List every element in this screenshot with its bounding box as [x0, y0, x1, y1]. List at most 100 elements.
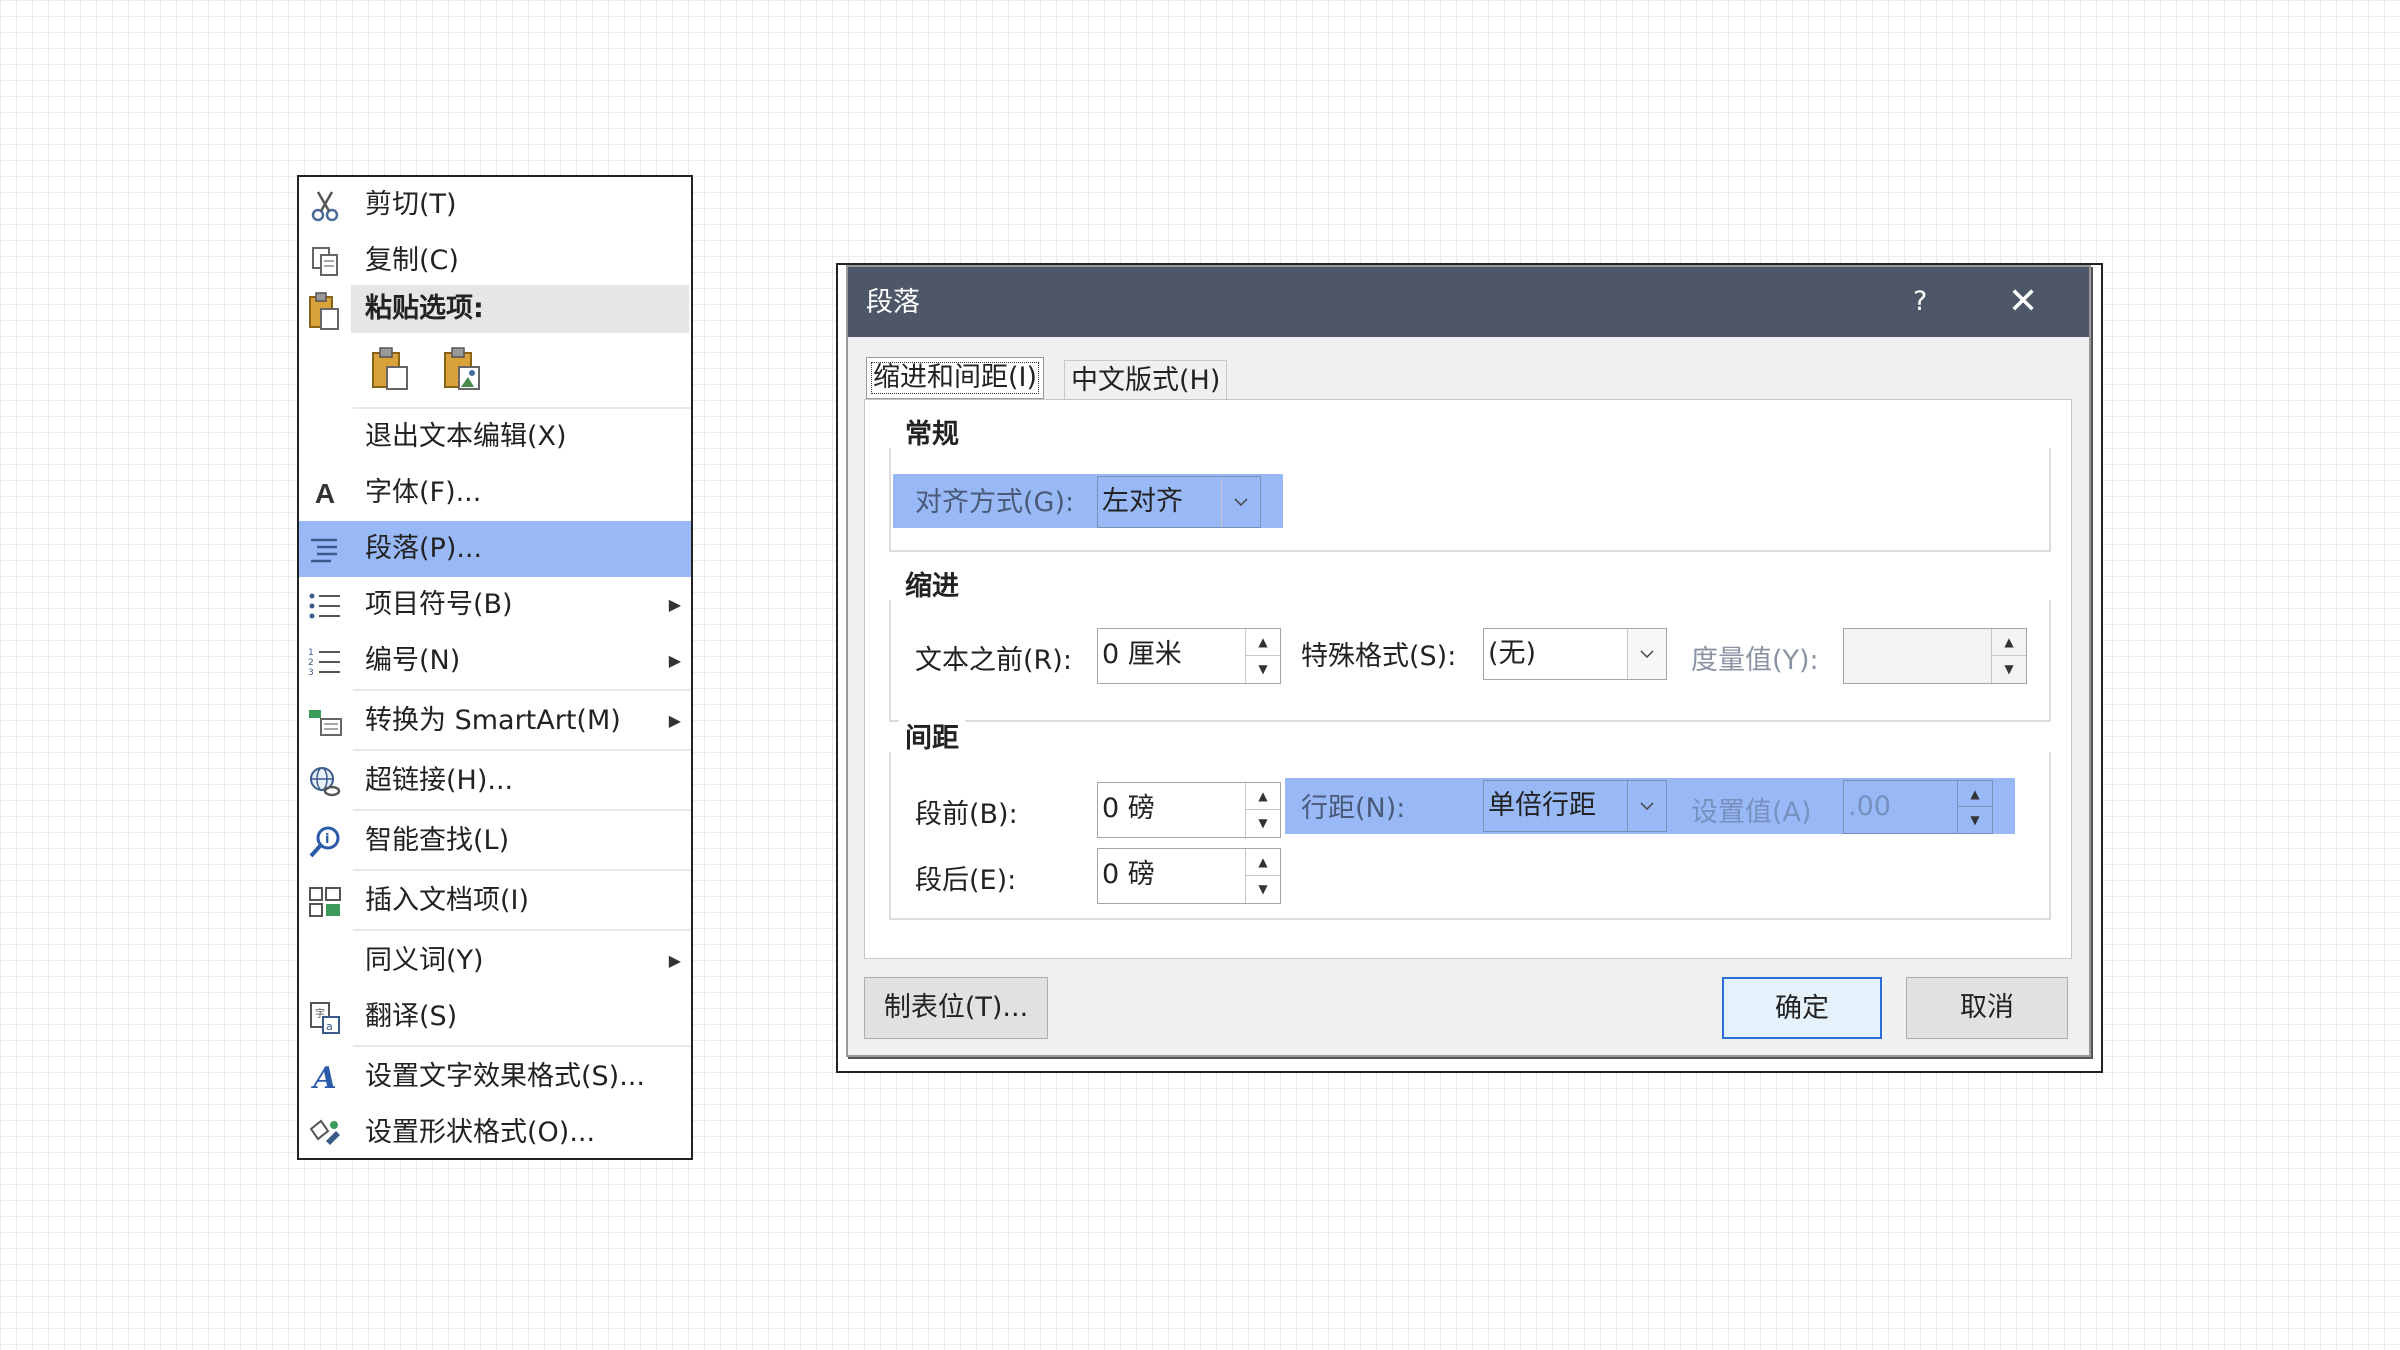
menu-item-label: 剪切(T) — [365, 189, 457, 220]
by-spinner[interactable]: ▲ ▼ — [1843, 628, 2027, 684]
menu-item-format-shape[interactable]: 设置形状格式(O)... — [299, 1105, 691, 1161]
menu-item-paragraph[interactable]: 段落(P)... — [299, 521, 691, 577]
before-text-spinner[interactable]: 0 厘米 ▲ ▼ — [1097, 628, 1281, 684]
menu-item-translate[interactable]: 字a 翻译(S) — [299, 989, 691, 1045]
tab-panel: 常规 对齐方式(G): 左对齐 缩进 文本之前(R): 0 厘米 ▲ ▼ 特殊格式… — [864, 399, 2072, 959]
paste-picture-icon[interactable] — [441, 345, 485, 393]
menu-item-label: 转换为 SmartArt(M) — [365, 705, 621, 736]
document-item-icon — [307, 885, 343, 919]
menu-item-label: 退出文本编辑(X) — [365, 421, 567, 452]
before-text-label: 文本之前(R): — [915, 645, 1072, 676]
menu-item-convert-smartart[interactable]: 转换为 SmartArt(M) ▶ — [299, 693, 691, 749]
submenu-arrow-icon: ▶ — [668, 711, 681, 730]
menu-item-font[interactable]: A 字体(F)... — [299, 465, 691, 521]
chevron-down-icon[interactable] — [1627, 781, 1666, 831]
alignment-combo[interactable]: 左对齐 — [1097, 476, 1261, 528]
svg-text:1: 1 — [308, 648, 314, 658]
menu-item-hyperlink[interactable]: 超链接(H)... — [299, 753, 691, 809]
svg-text:3: 3 — [308, 668, 314, 678]
paste-options-row — [369, 345, 485, 393]
menu-separator — [353, 929, 691, 931]
menu-item-numbering[interactable]: 123 编号(N) ▶ — [299, 633, 691, 689]
menu-item-cut[interactable]: 剪切(T) — [299, 177, 691, 233]
by-label: 度量值(Y): — [1691, 645, 1819, 676]
menu-item-label: 字体(F)... — [365, 477, 482, 508]
menu-item-insert-document-item[interactable]: 插入文档项(I) — [299, 873, 691, 929]
menu-item-label: 设置形状格式(O)... — [365, 1117, 596, 1148]
spin-down-icon[interactable]: ▼ — [1246, 876, 1280, 902]
chevron-down-icon[interactable] — [1627, 629, 1666, 679]
svg-text:i: i — [325, 832, 329, 847]
smart-lookup-icon: i — [307, 825, 343, 859]
spacing-after-value: 0 磅 — [1102, 859, 1155, 890]
scissors-icon — [307, 189, 343, 223]
alignment-value: 左对齐 — [1102, 486, 1183, 517]
menu-item-label: 超链接(H)... — [365, 765, 514, 796]
spacing-before-spinner[interactable]: 0 磅 ▲ ▼ — [1097, 782, 1281, 838]
menu-item-label: 翻译(S) — [365, 1001, 458, 1032]
menu-separator — [353, 869, 691, 871]
menu-item-label: 智能查找(L) — [365, 825, 510, 856]
menu-item-label: 项目符号(B) — [365, 589, 513, 620]
close-button[interactable]: ✕ — [2008, 267, 2038, 337]
paste-keep-formatting-icon[interactable] — [369, 345, 413, 393]
menu-item-label: 段落(P)... — [365, 533, 483, 564]
submenu-arrow-icon: ▶ — [668, 951, 681, 970]
clipboard-icon — [307, 291, 343, 331]
menu-item-smart-lookup[interactable]: i 智能查找(L) — [299, 813, 691, 869]
menu-item-label: 编号(N) — [365, 645, 461, 676]
text-effects-icon: A — [313, 1060, 337, 1096]
tab-indents-and-spacing[interactable]: 缩进和间距(I) — [866, 357, 1045, 399]
menu-separator — [353, 689, 691, 691]
svg-text:a: a — [326, 1020, 333, 1033]
spacing-group-title: 间距 — [899, 716, 965, 755]
paste-options-header: 粘贴选项: — [351, 285, 689, 333]
submenu-arrow-icon: ▶ — [668, 651, 681, 670]
menu-item-bullets[interactable]: 项目符号(B) ▶ — [299, 577, 691, 633]
line-spacing-combo[interactable]: 单倍行距 — [1483, 780, 1667, 832]
at-label: 设置值(A) — [1691, 797, 1812, 828]
chevron-down-icon[interactable] — [1221, 477, 1260, 527]
indent-group-title: 缩进 — [899, 564, 965, 603]
dialog-titlebar: 段落 ? ✕ — [848, 267, 2089, 337]
general-group-title: 常规 — [899, 412, 965, 451]
svg-text:2: 2 — [308, 658, 314, 668]
spin-down-icon[interactable]: ▼ — [1958, 807, 1992, 832]
menu-item-copy[interactable]: 复制(C) — [299, 233, 691, 289]
tabs-button[interactable]: 制表位(T)... — [864, 977, 1048, 1039]
cancel-button[interactable]: 取消 — [1906, 977, 2068, 1039]
numbering-icon: 123 — [307, 645, 343, 679]
spacing-before-value: 0 磅 — [1102, 793, 1155, 824]
dialog-frame: 段落 ? ✕ 缩进和间距(I) 中文版式(H) 常规 对齐方式(G): 左对齐 … — [836, 263, 2103, 1073]
context-menu: 剪切(T) 复制(C) 粘贴选项: 退出文本编辑(X) A 字体(F)... 段… — [297, 175, 693, 1160]
alignment-label: 对齐方式(G): — [915, 487, 1075, 518]
menu-item-label: 插入文档项(I) — [365, 885, 530, 916]
paragraph-icon — [307, 533, 343, 567]
at-spinner[interactable]: .00 ▲ ▼ — [1843, 780, 1993, 834]
spin-down-icon[interactable]: ▼ — [1992, 656, 2026, 682]
menu-item-label: 复制(C) — [365, 245, 459, 276]
menu-item-synonyms[interactable]: 同义词(Y) ▶ — [299, 933, 691, 989]
spin-down-icon[interactable]: ▼ — [1246, 810, 1280, 836]
line-spacing-label: 行距(N): — [1301, 793, 1406, 824]
spacing-after-label: 段后(E): — [915, 865, 1017, 896]
ok-button[interactable]: 确定 — [1722, 977, 1882, 1039]
spacing-after-spinner[interactable]: 0 磅 ▲ ▼ — [1097, 848, 1281, 904]
menu-item-label: 同义词(Y) — [365, 945, 484, 976]
tab-asian-typography[interactable]: 中文版式(H) — [1064, 360, 1228, 400]
menu-item-exit-text-edit[interactable]: 退出文本编辑(X) — [299, 409, 691, 465]
before-text-value: 0 厘米 — [1102, 639, 1182, 670]
hyperlink-icon — [307, 765, 343, 799]
menu-separator — [353, 809, 691, 811]
bullets-icon — [307, 589, 343, 623]
dialog-title: 段落 — [866, 287, 920, 318]
menu-separator — [353, 1045, 691, 1047]
shape-format-icon — [307, 1117, 343, 1151]
menu-item-format-text-effects[interactable]: A 设置文字效果格式(S)... — [299, 1049, 691, 1105]
copy-icon — [307, 245, 343, 279]
submenu-arrow-icon: ▶ — [668, 595, 681, 614]
menu-separator — [353, 749, 691, 751]
special-combo[interactable]: (无) — [1483, 628, 1667, 680]
help-button[interactable]: ? — [1913, 267, 1927, 337]
spin-down-icon[interactable]: ▼ — [1246, 656, 1280, 682]
